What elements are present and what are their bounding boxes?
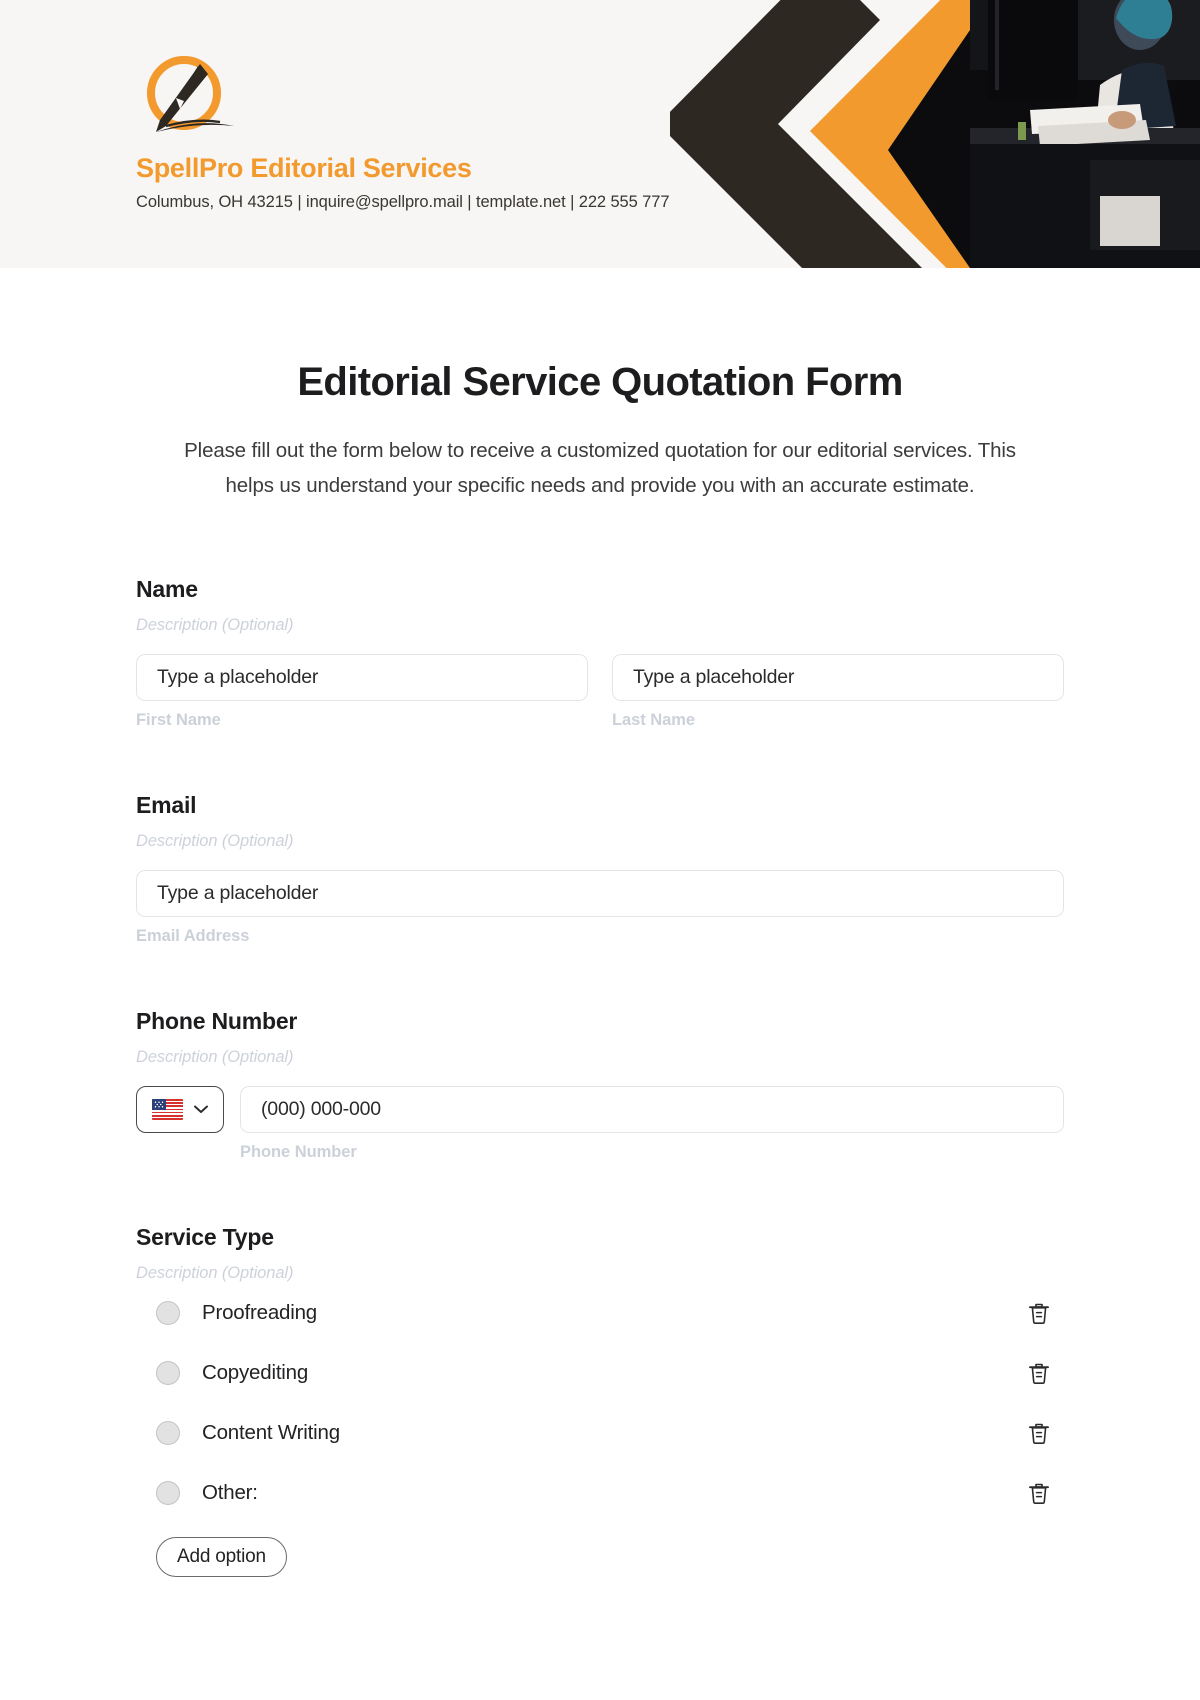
logo-pen-nib-icon xyxy=(136,52,240,142)
email-input[interactable] xyxy=(136,869,1064,917)
radio-icon-content-writing[interactable] xyxy=(156,1420,180,1445)
brand-name: SpellPro Editorial Services xyxy=(136,153,472,183)
field-phone: Phone Number Description (Optional) (000… xyxy=(136,1008,1064,1162)
email-sublabel: Email Address xyxy=(136,926,250,945)
option-row-proofreading[interactable]: Proofreading xyxy=(136,1283,1064,1343)
field-service-type: Service Type Description (Optional) Proo… xyxy=(136,1224,1064,1577)
field-label-name: Name xyxy=(136,575,198,602)
trash-icon-other[interactable] xyxy=(1024,1478,1054,1508)
option-label-content-writing: Content Writing xyxy=(202,1420,340,1444)
field-description-phone: Description (Optional) xyxy=(136,1047,294,1066)
field-label-service-type: Service Type xyxy=(136,1223,274,1250)
field-description-name: Description (Optional) xyxy=(136,615,294,634)
name-input-row: First Name Last Name xyxy=(136,653,1064,730)
option-row-other[interactable]: Other: xyxy=(136,1463,1064,1523)
radio-icon-proofreading[interactable] xyxy=(156,1300,180,1325)
phone-input-wrapper xyxy=(240,1085,1064,1133)
brand-contact-line: Columbus, OH 43215 | inquire@spellpro.ma… xyxy=(136,193,670,212)
email-input-row: Email Address xyxy=(136,869,1064,946)
field-email: Email Description (Optional) Email Addre… xyxy=(136,792,1064,946)
add-option-button[interactable]: Add option xyxy=(156,1536,287,1577)
page-header: SpellPro Editorial Services Columbus, OH… xyxy=(0,0,1200,268)
last-name-sublabel: Last Name xyxy=(612,710,696,729)
option-row-content-writing[interactable]: Content Writing xyxy=(136,1403,1064,1463)
phone-number-input[interactable] xyxy=(240,1085,1064,1133)
trash-icon-proofreading[interactable] xyxy=(1024,1298,1054,1328)
first-name-input[interactable] xyxy=(136,653,588,701)
email-column: Email Address xyxy=(136,869,1064,946)
option-label-copyediting: Copyediting xyxy=(202,1360,309,1384)
us-flag-icon xyxy=(152,1098,183,1120)
brand-block: SpellPro Editorial Services Columbus, OH… xyxy=(136,52,776,212)
option-label-other: Other: xyxy=(202,1480,258,1504)
field-label-phone: Phone Number xyxy=(136,1007,298,1034)
field-label-email: Email xyxy=(136,791,197,818)
last-name-column: Last Name xyxy=(612,653,1064,730)
trash-icon-content-writing[interactable] xyxy=(1024,1418,1054,1448)
phone-input-row xyxy=(136,1085,1064,1133)
field-name: Name Description (Optional) First Name L… xyxy=(136,576,1064,730)
form-content: Editorial Service Quotation Form Please … xyxy=(0,360,1200,1577)
radio-icon-other[interactable] xyxy=(156,1480,180,1505)
last-name-input[interactable] xyxy=(612,653,1064,701)
country-code-select[interactable] xyxy=(136,1085,224,1133)
form-subtitle: Please fill out the form below to receiv… xyxy=(184,439,1016,498)
page-title: Editorial Service Quotation Form xyxy=(297,360,903,404)
field-description-email: Description (Optional) xyxy=(136,831,294,850)
trash-icon-copyediting[interactable] xyxy=(1024,1358,1054,1388)
field-description-service-type: Description (Optional) xyxy=(136,1263,294,1282)
option-label-proofreading: Proofreading xyxy=(202,1300,317,1324)
radio-icon-copyediting[interactable] xyxy=(156,1360,180,1385)
first-name-sublabel: First Name xyxy=(136,710,221,729)
quotation-form-page: SpellPro Editorial Services Columbus, OH… xyxy=(0,0,1200,1700)
chevron-down-icon xyxy=(194,1105,208,1113)
option-row-copyediting[interactable]: Copyediting xyxy=(136,1343,1064,1403)
phone-sublabel: Phone Number xyxy=(240,1142,357,1161)
first-name-column: First Name xyxy=(136,653,588,730)
